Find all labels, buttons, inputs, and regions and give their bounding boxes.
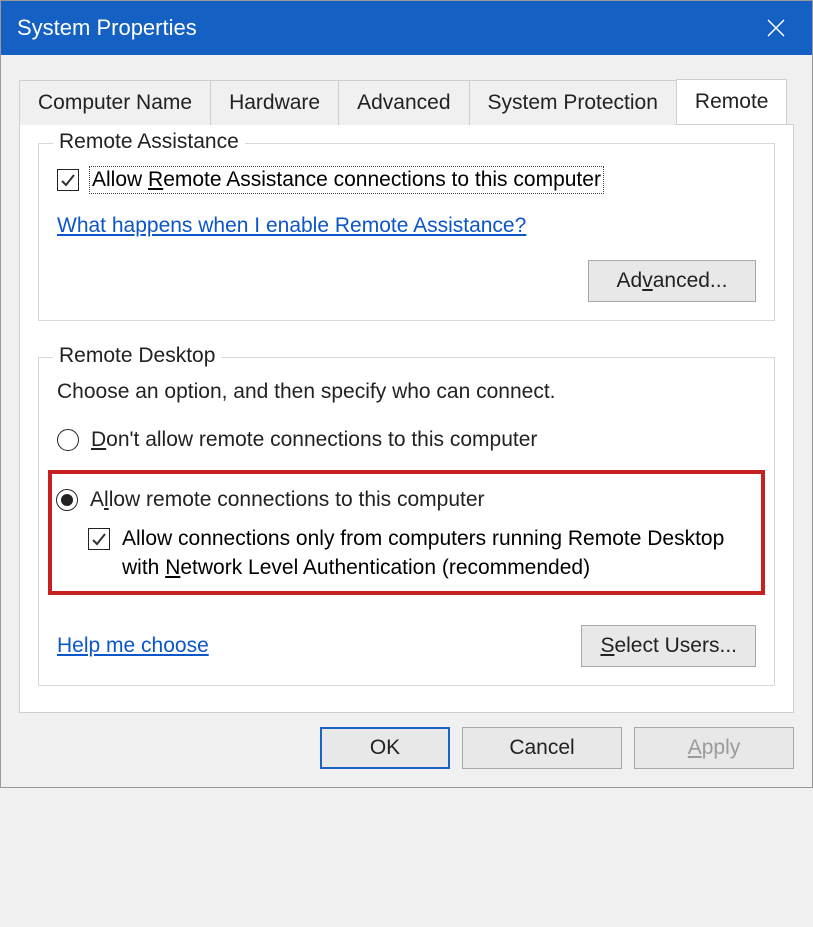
system-properties-window: System Properties Computer Name Hardware… bbox=[0, 0, 813, 788]
advanced-button[interactable]: Advanced... bbox=[588, 260, 756, 302]
cancel-button[interactable]: Cancel bbox=[462, 727, 622, 769]
ok-button[interactable]: OK bbox=[320, 727, 450, 769]
tab-hardware[interactable]: Hardware bbox=[210, 80, 339, 125]
allow-remote-assistance-checkbox-row[interactable]: Allow Remote Assistance connections to t… bbox=[57, 166, 756, 194]
radio-allow[interactable]: Allow remote connections to this compute… bbox=[56, 488, 751, 512]
nla-checkbox-row[interactable]: Allow connections only from computers ru… bbox=[88, 524, 751, 583]
radio-icon bbox=[57, 429, 79, 451]
dialog-button-row: OK Cancel Apply bbox=[1, 713, 812, 787]
tab-computer-name[interactable]: Computer Name bbox=[19, 80, 211, 125]
nla-label: Allow connections only from computers ru… bbox=[122, 524, 751, 583]
tab-body-remote: Remote Assistance Allow Remote Assistanc… bbox=[19, 125, 794, 713]
tab-system-protection[interactable]: System Protection bbox=[469, 80, 677, 125]
tab-strip: Computer Name Hardware Advanced System P… bbox=[19, 79, 794, 125]
what-happens-link[interactable]: What happens when I enable Remote Assist… bbox=[57, 214, 526, 237]
radio-icon bbox=[56, 489, 78, 511]
close-icon[interactable] bbox=[756, 18, 796, 38]
checkbox-icon bbox=[88, 528, 110, 550]
checkbox-icon bbox=[57, 169, 79, 191]
help-me-choose-link[interactable]: Help me choose bbox=[57, 634, 209, 658]
window-title: System Properties bbox=[17, 15, 756, 41]
titlebar: System Properties bbox=[1, 1, 812, 55]
radio-dont-allow-label: Don't allow remote connections to this c… bbox=[91, 428, 537, 452]
remote-desktop-title: Remote Desktop bbox=[53, 344, 221, 368]
tab-advanced[interactable]: Advanced bbox=[338, 80, 469, 125]
tab-remote[interactable]: Remote bbox=[676, 79, 788, 124]
allow-remote-assistance-label: Allow Remote Assistance connections to t… bbox=[89, 166, 604, 194]
remote-assistance-group: Remote Assistance Allow Remote Assistanc… bbox=[38, 143, 775, 321]
remote-desktop-group: Remote Desktop Choose an option, and the… bbox=[38, 357, 775, 686]
apply-button[interactable]: Apply bbox=[634, 727, 794, 769]
remote-assistance-title: Remote Assistance bbox=[53, 130, 245, 154]
radio-dont-allow[interactable]: Don't allow remote connections to this c… bbox=[57, 428, 756, 452]
radio-allow-label: Allow remote connections to this compute… bbox=[90, 488, 485, 512]
select-users-button[interactable]: Select Users... bbox=[581, 625, 756, 667]
remote-desktop-intro: Choose an option, and then specify who c… bbox=[57, 380, 756, 404]
allow-connections-highlight: Allow remote connections to this compute… bbox=[48, 470, 765, 595]
client-area: Computer Name Hardware Advanced System P… bbox=[1, 55, 812, 713]
